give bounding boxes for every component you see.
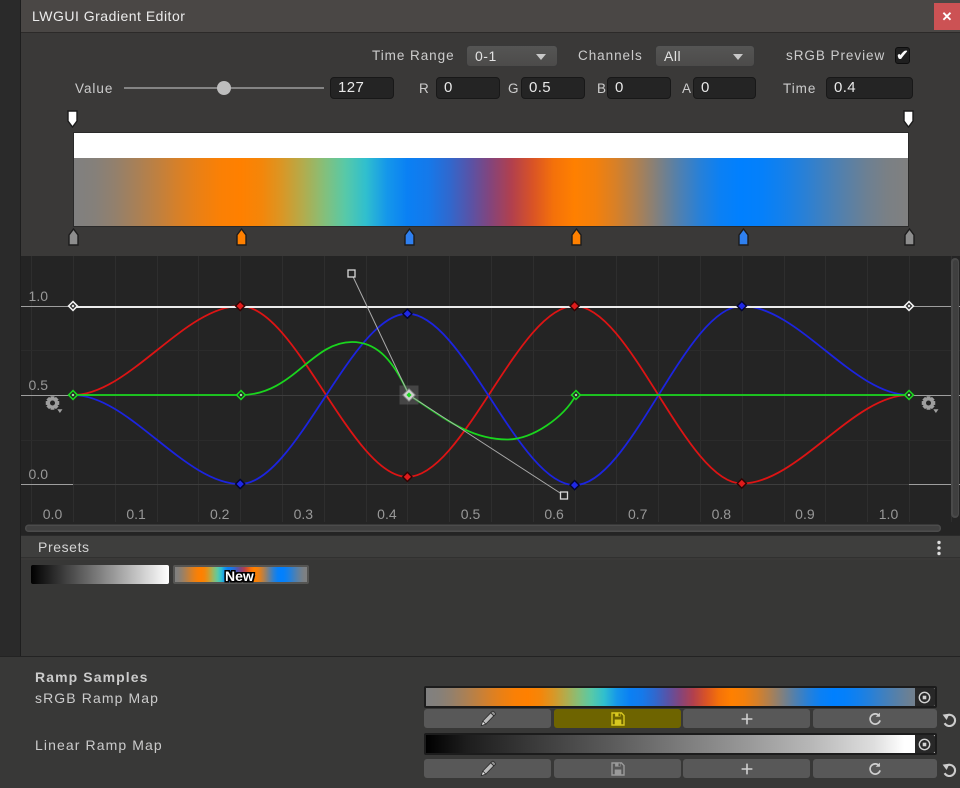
svg-text:0.4: 0.4 [377,506,397,522]
svg-text:0.5: 0.5 [29,377,49,393]
svg-text:0.0: 0.0 [29,466,49,482]
svg-text:0.8: 0.8 [712,506,732,522]
svg-text:0.2: 0.2 [210,506,230,522]
svg-text:0.6: 0.6 [544,506,564,522]
svg-text:1.0: 1.0 [879,506,899,522]
svg-text:0.9: 0.9 [795,506,815,522]
svg-text:0.1: 0.1 [126,506,146,522]
svg-text:0.0: 0.0 [43,506,63,522]
svg-text:0.7: 0.7 [628,506,648,522]
svg-text:0.5: 0.5 [461,506,481,522]
svg-text:0.3: 0.3 [294,506,314,522]
svg-text:1.0: 1.0 [29,288,49,304]
